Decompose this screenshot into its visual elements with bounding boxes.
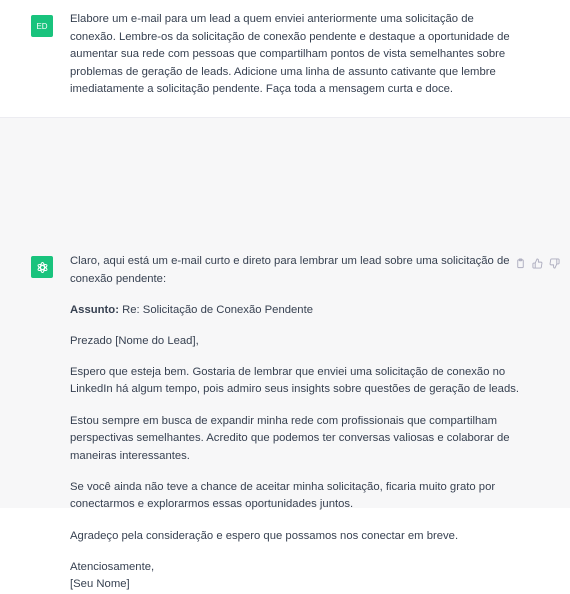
- email-paragraph-4: Agradeço pela consideração e espero que …: [70, 529, 459, 542]
- email-greeting: Prezado [Nome do Lead],: [70, 334, 199, 347]
- assistant-message: Claro, aqui está um e-mail curto e diret…: [0, 118, 570, 590]
- email-paragraph-1: Espero que esteja bem. Gostaria de lembr…: [70, 365, 520, 396]
- subject-label: Assunto:: [70, 303, 119, 316]
- clipboard-icon: [516, 257, 524, 268]
- user-avatar: ED: [31, 15, 53, 37]
- thumbs-up-icon: [531, 257, 542, 269]
- subject-text: Re: Solicitação de Conexão Pendente: [118, 303, 314, 316]
- assistant-avatar: [31, 256, 53, 278]
- email-closing: Atenciosamente,: [70, 560, 155, 573]
- email-paragraph-3: Se você ainda não teve a chance de aceit…: [70, 480, 496, 511]
- like-button[interactable]: [531, 257, 543, 269]
- copy-button[interactable]: [514, 257, 526, 269]
- dislike-button[interactable]: [548, 257, 560, 269]
- assistant-message-text: Claro, aqui está um e-mail curto e diret…: [70, 253, 520, 594]
- assistant-intro: Claro, aqui está um e-mail curto e diret…: [70, 255, 510, 285]
- user-initials: ED: [36, 21, 48, 31]
- email-subject: Assunto: Re: Solicitação de Conexão Pend…: [70, 302, 520, 320]
- thumbs-down-icon: [549, 257, 560, 269]
- email-paragraph-2: Estou sempre em busca de expandir minha …: [70, 414, 510, 462]
- email-signoff: Atenciosamente, [Seu Nome]: [70, 559, 520, 594]
- email-signature: [Seu Nome]: [70, 578, 130, 591]
- user-message: ED Elabore um e-mail para um lead a quem…: [0, 0, 570, 118]
- message-actions: [514, 257, 560, 269]
- openai-logo-icon: [37, 261, 47, 273]
- user-message-text: Elabore um e-mail para um lead a quem en…: [70, 13, 510, 96]
